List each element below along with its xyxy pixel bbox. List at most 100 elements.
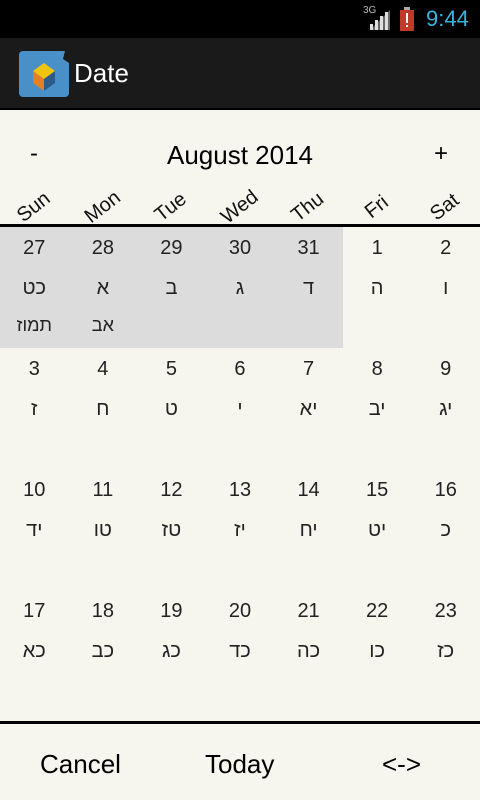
calendar-grid: 27 כט תמוז 28 א אב 29 ב 30 ג 31 ד 1 ה 2 ו 3 ז 4 ח 5 ט 6 י 7 יא 8 יב… <box>0 227 480 721</box>
day-number: 19 <box>160 600 183 622</box>
swap-button[interactable]: <-> <box>382 749 421 780</box>
month-title: August 2014 <box>166 140 313 170</box>
day-number: 28 <box>91 237 114 259</box>
hebrew-month: אב <box>91 315 114 335</box>
day-number: 30 <box>228 237 252 259</box>
day-number: 29 <box>160 237 183 259</box>
next-month-button[interactable]: + <box>434 140 448 168</box>
day-cell[interactable]: 19 כג <box>137 590 206 711</box>
hebrew-day: כז <box>437 640 455 662</box>
hebrew-day: ג <box>235 277 245 299</box>
day-cell[interactable]: 28 א אב <box>68 227 138 348</box>
hebrew-day: כה <box>296 640 321 662</box>
day-cell[interactable]: 30 ג <box>205 227 275 348</box>
day-cell[interactable]: 31 ד <box>274 227 343 348</box>
signal-icon <box>370 10 390 30</box>
day-cell[interactable]: 17 כא <box>0 590 69 711</box>
hebrew-day: יט <box>367 519 387 541</box>
hebrew-day: ד <box>303 277 315 299</box>
day-number: 31 <box>297 237 320 259</box>
day-number: 13 <box>228 479 252 501</box>
day-number: 1 <box>371 237 383 259</box>
status-time: 9:44 <box>426 6 469 31</box>
hebrew-day: יז <box>234 519 246 541</box>
day-number: 16 <box>434 479 457 501</box>
hebrew-day: יא <box>299 398 318 420</box>
day-number: 8 <box>371 358 383 380</box>
day-number: 2 <box>440 237 452 259</box>
day-cell[interactable]: 10 יד <box>0 469 69 590</box>
day-cell[interactable]: 12 טז <box>137 469 206 590</box>
day-number: 3 <box>28 358 40 380</box>
hebrew-month: תמוז <box>16 315 52 335</box>
hebrew-day: יג <box>439 398 453 420</box>
hebrew-day: ח <box>96 398 110 420</box>
day-cell[interactable]: 21 כה <box>274 590 343 711</box>
day-number: 22 <box>366 600 389 622</box>
app-icon[interactable] <box>19 51 69 97</box>
day-number: 4 <box>97 358 109 380</box>
day-number: 12 <box>160 479 183 501</box>
hebrew-day: יב <box>368 398 386 420</box>
hebrew-day: כו <box>369 640 385 662</box>
day-cell[interactable]: 11 טו <box>69 469 138 590</box>
day-cell[interactable]: 1ה <box>343 227 412 348</box>
hebrew-day: א <box>96 277 110 299</box>
day-cell[interactable]: 14 יח <box>274 469 343 590</box>
hebrew-day: י <box>237 398 243 420</box>
hebrew-day: כ <box>440 519 451 541</box>
today-button[interactable]: Today <box>205 749 274 780</box>
hebrew-day: כג <box>161 640 181 662</box>
day-cell[interactable]: 8 יב <box>343 348 412 469</box>
footer-bar: Cancel Today <-> <box>0 724 480 800</box>
day-cell[interactable]: 18 כב <box>69 590 138 711</box>
day-cell[interactable]: 22 כו <box>343 590 412 711</box>
day-number: 7 <box>303 358 315 380</box>
day-cell[interactable]: 4ח <box>69 348 138 469</box>
day-cell[interactable]: 20 כד <box>206 590 275 711</box>
hebrew-day: כט <box>22 277 47 299</box>
day-number: 23 <box>434 600 457 622</box>
day-cell[interactable]: 13 יז <box>206 469 275 590</box>
day-number: 15 <box>366 479 389 501</box>
day-number: 20 <box>228 600 252 622</box>
day-cell[interactable]: 15 יט <box>343 469 412 590</box>
hebrew-day: ה <box>370 277 384 299</box>
battery-alert-icon <box>400 7 414 31</box>
hebrew-day: ו <box>443 277 449 299</box>
hebrew-day: טו <box>93 519 112 541</box>
hebrew-day: ז <box>31 398 38 420</box>
hebrew-day: ב <box>165 277 178 299</box>
day-number: 11 <box>92 479 114 501</box>
day-number: 27 <box>23 237 46 259</box>
day-number: 21 <box>297 600 320 622</box>
day-number: 5 <box>165 358 177 380</box>
day-cell[interactable]: 23 כז <box>411 590 480 711</box>
day-number: 18 <box>91 600 114 622</box>
app-title: Date <box>74 58 129 88</box>
hebrew-day: טז <box>161 519 182 541</box>
day-cell[interactable]: 9 יג <box>411 348 480 469</box>
calendar-header: - August 2014 + Sun Mon Tue Wed Thu Fri … <box>0 110 480 228</box>
hebrew-day: יד <box>26 519 43 541</box>
day-number: 10 <box>23 479 46 501</box>
day-cell[interactable]: 3ז <box>0 348 69 469</box>
day-number: 17 <box>23 600 46 622</box>
day-cell[interactable]: 7 יא <box>274 348 343 469</box>
action-bar: Date <box>0 38 480 110</box>
day-cell[interactable]: 27 כט תמוז <box>0 227 69 348</box>
hebrew-day: כב <box>91 640 115 662</box>
day-cell[interactable]: 16 כ <box>411 469 480 590</box>
day-number: 9 <box>440 358 452 380</box>
hebrew-day: ט <box>164 398 178 420</box>
day-cell[interactable]: 29 ב <box>137 227 206 348</box>
day-number: 14 <box>297 479 320 501</box>
cancel-button[interactable]: Cancel <box>40 749 121 780</box>
day-cell[interactable]: 5ט <box>137 348 206 469</box>
hebrew-day: כד <box>229 640 251 662</box>
day-number: 6 <box>234 358 246 380</box>
day-cell[interactable]: 2ו <box>411 227 480 348</box>
hebrew-day: יח <box>299 519 318 541</box>
hebrew-day: כא <box>22 640 46 662</box>
day-cell[interactable]: 6י <box>206 348 275 469</box>
